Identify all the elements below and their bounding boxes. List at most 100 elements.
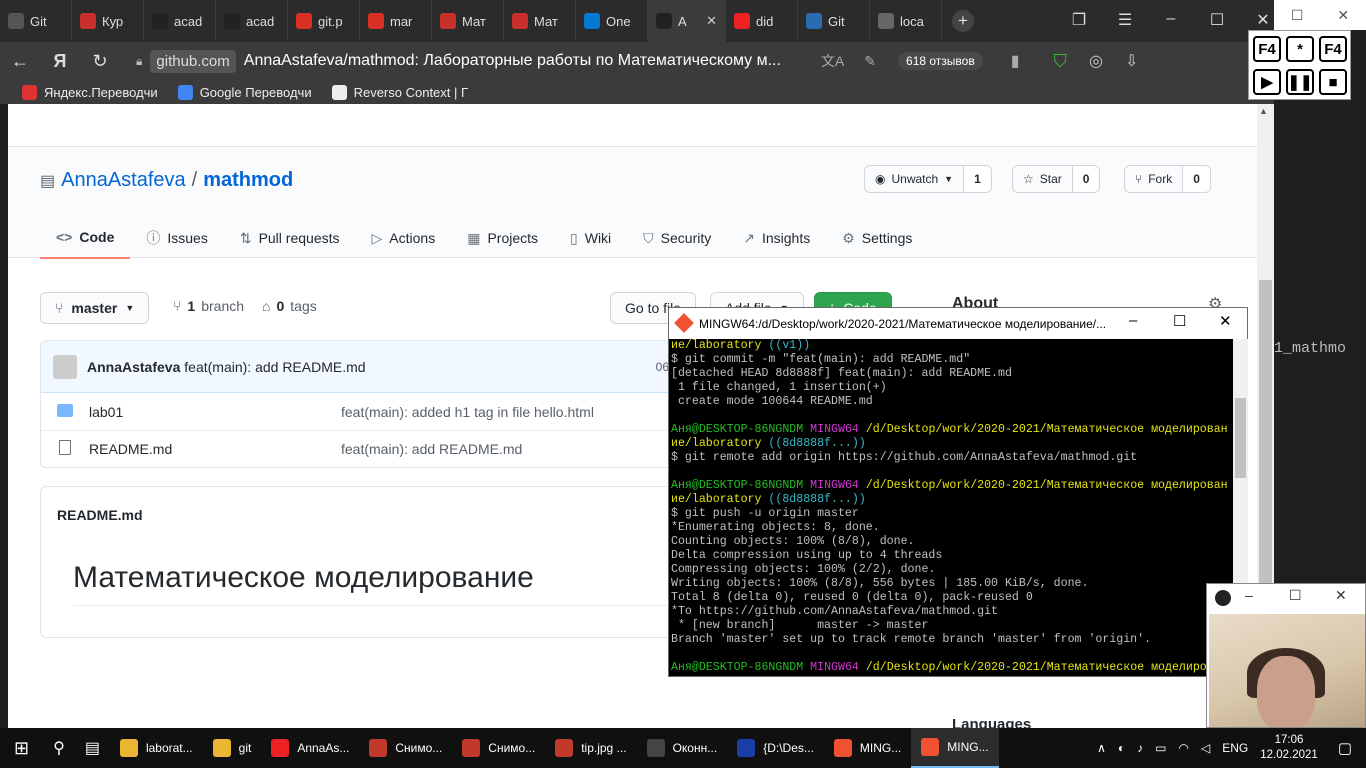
- taskbar-item[interactable]: {D:\Des...: [727, 728, 824, 768]
- watch-button[interactable]: ◉ Unwatch ▼ 1: [864, 165, 992, 193]
- commit-message[interactable]: feat(main): add README.md: [184, 359, 365, 375]
- maximize-icon[interactable]: ☐: [1173, 312, 1186, 330]
- bookmark-item[interactable]: Reverso Context | Г: [331, 84, 468, 100]
- taskbar-item[interactable]: tip.jpg ...: [545, 728, 636, 768]
- taskbar-item[interactable]: Оконн...: [637, 728, 728, 768]
- headset-icon[interactable]: ◐: [1118, 741, 1125, 755]
- taskbar-item[interactable]: MING...: [911, 728, 999, 768]
- star-button[interactable]: ☆ Star 0: [1012, 165, 1101, 193]
- tab-issues[interactable]: ⓘ Issues: [130, 217, 223, 259]
- new-tab-button[interactable]: +: [952, 10, 974, 32]
- maximize-icon[interactable]: ☐: [1291, 7, 1304, 24]
- file-commit-message[interactable]: feat(main): added h1 tag in file hello.h…: [341, 404, 594, 420]
- close-icon[interactable]: ✕: [1337, 7, 1349, 24]
- taskbar-item[interactable]: AnnaAs...: [261, 728, 359, 768]
- protect-shield-icon[interactable]: ⛉: [1054, 51, 1068, 72]
- start-button[interactable]: ⊞: [0, 728, 43, 768]
- url-field[interactable]: 🔒︎ github.com AnnaAstafeva/mathmod: Лабо…: [136, 47, 781, 75]
- tab-projects[interactable]: ▦ Projects: [451, 217, 554, 259]
- downloads-icon[interactable]: ⇩: [1125, 51, 1138, 71]
- taskbar-item[interactable]: MING...: [824, 728, 911, 768]
- browser-tab[interactable]: Git: [798, 0, 870, 42]
- fork-count[interactable]: 0: [1182, 166, 1210, 192]
- taskbar-item[interactable]: Снимо...: [359, 728, 452, 768]
- browser-tab[interactable]: acad: [216, 0, 288, 42]
- clean-icon[interactable]: ✎: [864, 53, 876, 70]
- minimize-icon[interactable]: –: [1148, 10, 1194, 30]
- close-icon[interactable]: ✕: [1219, 312, 1232, 330]
- battery-icon[interactable]: ▭: [1155, 741, 1166, 755]
- commit-hash[interactable]: 06: [656, 360, 669, 374]
- repo-owner-link[interactable]: AnnaAstafeva: [61, 169, 186, 192]
- translate-icon[interactable]: 文A: [821, 51, 844, 71]
- terminal-output[interactable]: ие/laboratory ((v1)) $ git commit -m "fea…: [671, 339, 1231, 677]
- pause-icon[interactable]: ❚❚: [1286, 69, 1314, 95]
- close-icon[interactable]: ✕: [1335, 587, 1347, 604]
- tab-actions[interactable]: ▷ Actions: [356, 217, 452, 259]
- browser-tab[interactable]: A ✕: [648, 0, 726, 42]
- tags-link[interactable]: ⌂ 0 tags: [262, 298, 317, 314]
- notifications-icon[interactable]: ▢: [1338, 739, 1352, 757]
- commit-author[interactable]: AnnaAstafeva: [87, 359, 180, 375]
- file-row[interactable]: lab01 feat(main): added h1 tag in file he…: [41, 393, 679, 430]
- repo-name-link[interactable]: mathmod: [203, 169, 293, 192]
- browser-tab[interactable]: One: [576, 0, 648, 42]
- fork-button[interactable]: ⑂ Fork 0: [1124, 165, 1211, 193]
- tab-security[interactable]: ⛉ Security: [627, 217, 727, 259]
- clock[interactable]: 17:06 12.02.2021: [1260, 733, 1318, 763]
- chevron-up-icon[interactable]: ∧: [1097, 741, 1106, 755]
- branches-link[interactable]: ⑂ 1 branch: [173, 298, 244, 314]
- play-icon[interactable]: ▶: [1253, 69, 1281, 95]
- bookmark-item[interactable]: Яндекс.Переводчи: [22, 84, 158, 100]
- close-icon[interactable]: ✕: [706, 13, 717, 29]
- scroll-up-icon[interactable]: ▲: [1259, 106, 1268, 116]
- menu-icon[interactable]: ☰: [1102, 10, 1148, 30]
- terminal-scroll-thumb[interactable]: [1235, 398, 1246, 478]
- reload-icon[interactable]: ↻: [80, 51, 120, 72]
- taskbar-item[interactable]: laborat...: [110, 728, 203, 768]
- extension-icon[interactable]: ◎: [1089, 51, 1103, 71]
- file-name[interactable]: lab01: [89, 404, 341, 420]
- language-indicator[interactable]: ENG: [1222, 741, 1248, 755]
- browser-tab[interactable]: did: [726, 0, 798, 42]
- file-commit-message[interactable]: feat(main): add README.md: [341, 441, 522, 457]
- tab-insights[interactable]: ↗ Insights: [727, 217, 826, 259]
- yandex-logo-icon[interactable]: Я: [40, 51, 80, 72]
- minimize-icon[interactable]: –: [1245, 587, 1253, 603]
- maximize-icon[interactable]: ☐: [1289, 587, 1302, 604]
- stop-icon[interactable]: ■: [1319, 69, 1347, 95]
- wifi-icon[interactable]: ◠: [1179, 741, 1189, 755]
- back-arrow-icon[interactable]: ←: [0, 51, 40, 72]
- star-count[interactable]: 0: [1071, 166, 1100, 192]
- search-icon[interactable]: ⚲: [43, 728, 75, 768]
- tab-code[interactable]: <> Code: [40, 217, 131, 259]
- reviews-badge[interactable]: 618 отзывов: [898, 52, 983, 70]
- bookmark-icon[interactable]: ▮: [1011, 51, 1020, 71]
- browser-tab[interactable]: Мат: [432, 0, 504, 42]
- tab-settings[interactable]: ⚙ Settings: [826, 217, 928, 259]
- microphone-icon[interactable]: ♪: [1137, 741, 1143, 755]
- browser-tab[interactable]: loca: [870, 0, 942, 42]
- browser-tab[interactable]: Мат: [504, 0, 576, 42]
- asterisk-key[interactable]: *: [1286, 36, 1314, 62]
- browser-tab[interactable]: Кур: [72, 0, 144, 42]
- tab-pull-requests[interactable]: ⇅ Pull requests: [224, 217, 356, 259]
- taskbar-item[interactable]: Снимо...: [452, 728, 545, 768]
- browser-tab[interactable]: acad: [144, 0, 216, 42]
- taskbar-item[interactable]: git: [203, 728, 262, 768]
- minimize-icon[interactable]: –: [1129, 312, 1137, 329]
- tab-wiki[interactable]: ▯ Wiki: [554, 217, 627, 259]
- task-view-icon[interactable]: ▤: [75, 728, 110, 768]
- file-name[interactable]: README.md: [89, 441, 341, 457]
- f4-key[interactable]: F4: [1253, 36, 1281, 62]
- avatar[interactable]: [53, 354, 77, 379]
- file-row[interactable]: README.md feat(main): add README.md: [41, 430, 679, 467]
- branch-select-button[interactable]: ⑂ master ▼: [40, 292, 150, 324]
- browser-tab[interactable]: Git: [0, 0, 72, 42]
- browser-tab[interactable]: mar: [360, 0, 432, 42]
- tabs-menu-icon[interactable]: ❐: [1056, 10, 1102, 30]
- f4-key-2[interactable]: F4: [1319, 36, 1347, 62]
- browser-tab[interactable]: git.p: [288, 0, 360, 42]
- maximize-icon[interactable]: ☐: [1194, 10, 1240, 30]
- bookmark-item[interactable]: Google Переводчи: [177, 84, 312, 100]
